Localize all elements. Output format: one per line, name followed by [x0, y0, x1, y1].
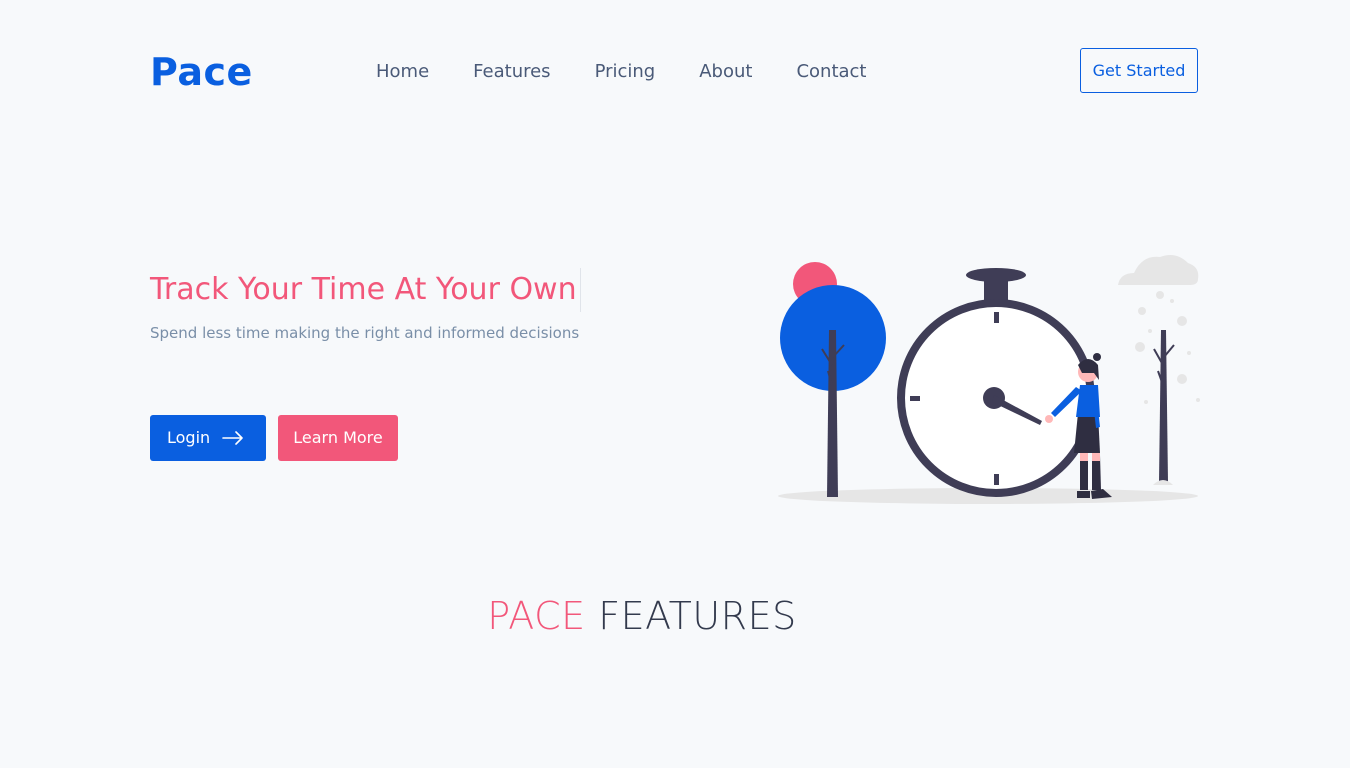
features-heading-accent: PACE: [487, 594, 586, 638]
nav-item-home[interactable]: Home: [376, 60, 429, 84]
brand-logo[interactable]: Pace: [150, 50, 253, 94]
features-heading-rest: FEATURES: [598, 594, 797, 638]
landing-page: Pace Home Features Pricing About Contact…: [0, 0, 1350, 768]
typing-cursor: [580, 268, 581, 312]
main-nav: Home Features Pricing About Contact: [376, 60, 910, 84]
get-started-button[interactable]: Get Started: [1080, 48, 1198, 93]
stopwatch-illustration: [778, 255, 1200, 504]
nav-item-about[interactable]: About: [699, 60, 752, 84]
hero-subtitle: Spend less time making the right and inf…: [150, 324, 580, 342]
learn-more-button[interactable]: Learn More: [278, 415, 398, 461]
login-button[interactable]: Login: [150, 415, 266, 461]
arrow-right-icon: [222, 431, 243, 445]
nav-item-contact[interactable]: Contact: [796, 60, 866, 84]
features-heading: PACE FEATURES: [0, 594, 1284, 638]
hero-title: Track Your Time At Your Own: [150, 272, 577, 307]
login-button-label: Login: [167, 428, 211, 447]
nav-item-pricing[interactable]: Pricing: [595, 60, 656, 84]
nav-item-features[interactable]: Features: [473, 60, 550, 84]
